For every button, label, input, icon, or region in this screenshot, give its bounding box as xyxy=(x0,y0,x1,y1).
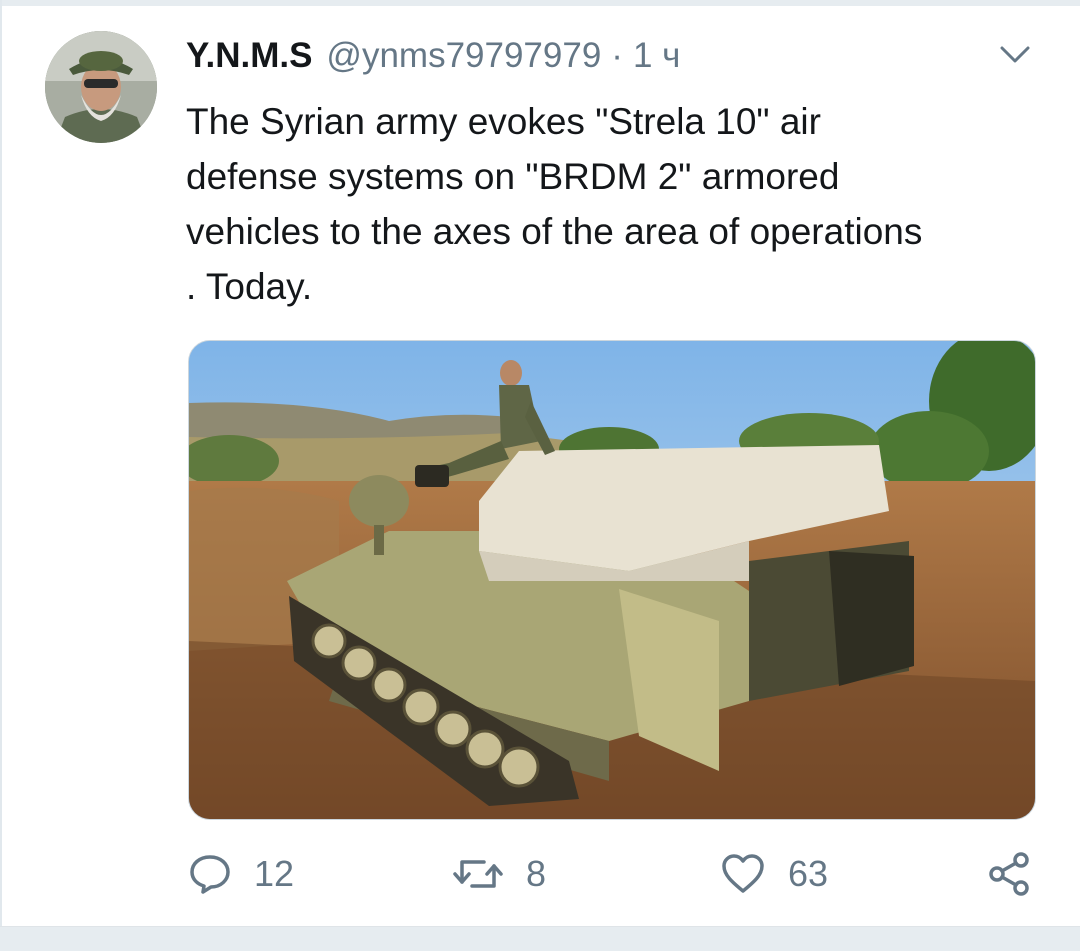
chevron-down-icon[interactable] xyxy=(995,40,1035,70)
tweet-header: Y.N.M.S @ynms79797979 · 1 ч xyxy=(186,36,680,82)
retweet-arrows-icon xyxy=(453,860,503,888)
tweet-photo[interactable] xyxy=(188,340,1036,820)
retweet-button[interactable]: 8 xyxy=(452,842,546,906)
share-button[interactable] xyxy=(985,842,1033,906)
timestamp[interactable]: 1 ч xyxy=(633,36,680,76)
top-divider xyxy=(0,0,1080,6)
tweet-actions: 12 8 63 xyxy=(0,842,1080,906)
speech-bubble-icon xyxy=(190,855,230,894)
header-separator: · xyxy=(611,36,623,75)
avatar[interactable] xyxy=(45,31,157,143)
like-button[interactable]: 63 xyxy=(720,842,828,906)
avatar-portrait xyxy=(45,31,157,143)
reply-count: 12 xyxy=(254,853,295,894)
display-name[interactable]: Y.N.M.S xyxy=(186,36,312,76)
heart-icon xyxy=(722,854,764,893)
share-icon xyxy=(989,852,1029,896)
retweet-count: 8 xyxy=(526,853,547,894)
like-count: 63 xyxy=(788,853,829,894)
user-handle[interactable]: @ynms79797979 xyxy=(326,36,601,76)
tweet-text: The Syrian army evokes "Strela 10" air d… xyxy=(186,101,923,307)
reply-button[interactable]: 12 xyxy=(188,842,294,906)
armored-vehicle-photo xyxy=(189,341,1035,819)
left-divider xyxy=(0,0,2,930)
bottom-divider xyxy=(0,926,1080,951)
